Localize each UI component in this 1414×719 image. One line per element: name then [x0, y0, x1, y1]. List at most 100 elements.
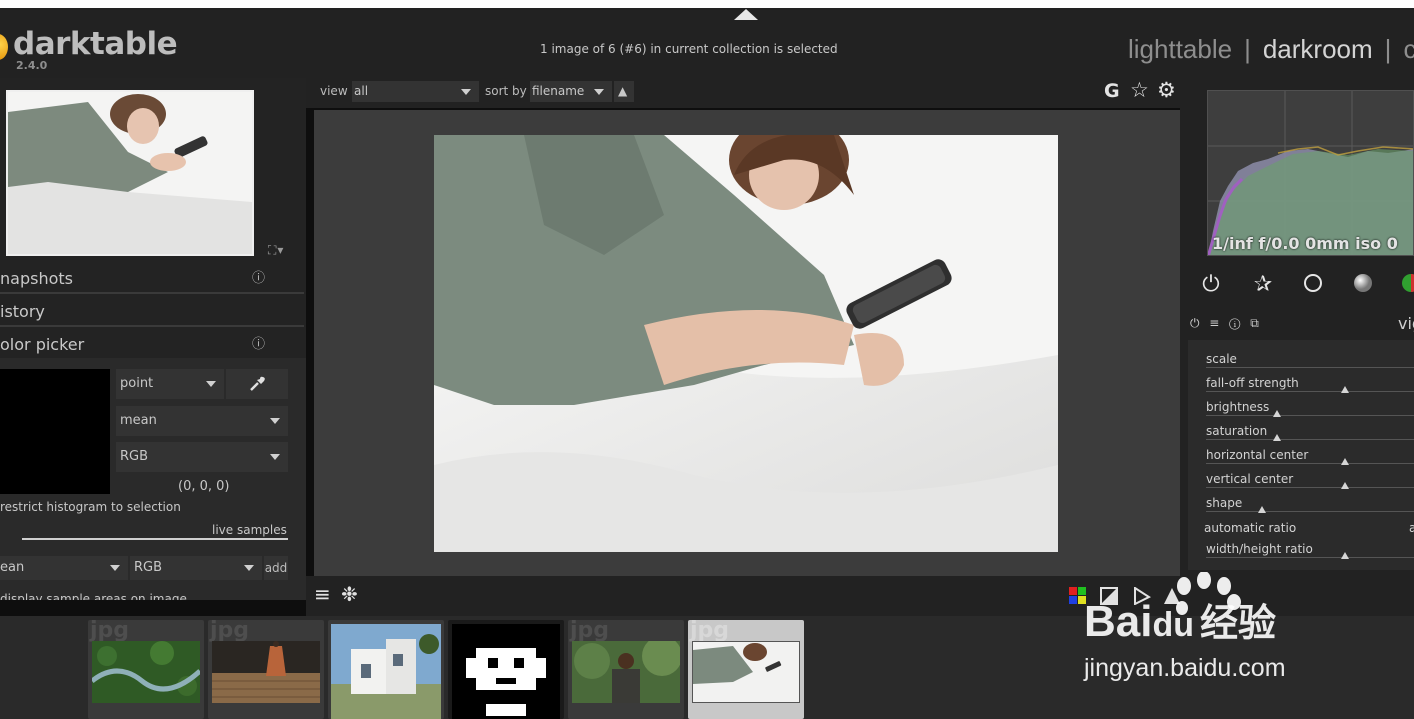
restrict-histogram-toggle[interactable]: restrict histogram to selection: [0, 500, 181, 514]
slider-saturation-track[interactable]: [1206, 439, 1414, 440]
slider-brightness-track[interactable]: [1206, 415, 1414, 416]
thumb-woman-on-bed: [693, 642, 799, 702]
slider-falloff-handle[interactable]: [1341, 386, 1350, 393]
sort-by-label: sort by: [485, 84, 527, 98]
slider-saturation-label[interactable]: saturation: [1206, 424, 1267, 438]
sample-statistic-select[interactable]: ean: [0, 556, 128, 580]
slider-vcenter-track[interactable]: [1206, 487, 1414, 488]
display-sample-areas-toggle[interactable]: display sample areas on image: [0, 592, 187, 600]
view-next[interactable]: c: [1403, 34, 1414, 64]
sort-direction-button[interactable]: ▲: [614, 81, 634, 102]
live-samples-label: live samples: [212, 523, 287, 537]
darkroom-bottom-toolbar: [306, 576, 1186, 616]
exif-info: 1/inf f/0.0 0mm iso 0: [1212, 234, 1398, 253]
filmstrip-thumb[interactable]: [328, 620, 444, 719]
filmstrip-thumb-selected[interactable]: jpg: [688, 620, 804, 719]
section-snapshots[interactable]: napshots ⓘ: [0, 264, 306, 294]
slider-hcenter-label[interactable]: horizontal center: [1206, 448, 1308, 462]
histogram[interactable]: [1207, 90, 1414, 256]
chevron-down-icon: [594, 89, 604, 95]
watermark-url: jingyan.baidu.com: [1084, 654, 1286, 682]
slider-wh-ratio-handle[interactable]: [1341, 552, 1350, 559]
file-extension: jpg: [210, 620, 250, 643]
slider-hcenter-handle[interactable]: [1341, 458, 1350, 465]
slider-wh-ratio-track[interactable]: [1206, 557, 1414, 558]
navigation-preview[interactable]: [6, 90, 254, 256]
sample-colorspace-value: RGB: [134, 560, 163, 575]
slider-scale-track[interactable]: [1206, 367, 1414, 368]
view-separator: |: [1384, 34, 1392, 64]
filmstrip-thumb[interactable]: [448, 620, 564, 719]
section-divider: [0, 325, 304, 327]
slider-falloff-track[interactable]: [1206, 391, 1414, 392]
slider-shape-track[interactable]: [1206, 511, 1414, 512]
slider-brightness-handle[interactable]: [1272, 410, 1281, 417]
eyedropper-button[interactable]: [226, 369, 288, 399]
quick-access-menu-icon[interactable]: ≡: [314, 582, 331, 606]
view-filter-select[interactable]: all: [352, 81, 479, 102]
chevron-down-icon: [244, 565, 254, 571]
star-icon[interactable]: ☆: [1130, 78, 1149, 102]
favorites-star-icon[interactable]: ✰: [1251, 273, 1275, 297]
slider-brightness-label[interactable]: brightness: [1206, 400, 1269, 414]
expand-preview-icon[interactable]: ⛶▾: [268, 243, 284, 258]
slider-falloff-label[interactable]: fall-off strength: [1206, 376, 1299, 390]
add-sample-button[interactable]: add: [264, 556, 288, 580]
sort-by-select[interactable]: filename: [530, 81, 612, 102]
slider-shape-handle[interactable]: [1258, 506, 1267, 513]
slider-saturation-handle[interactable]: [1272, 434, 1281, 441]
gear-icon[interactable]: ⚙: [1157, 78, 1176, 102]
section-history-label: istory: [0, 302, 45, 321]
module-header-icons[interactable]: ⏻ ≡ ⓘ ⧉: [1190, 316, 1262, 331]
sample-colorspace-select[interactable]: RGB: [130, 556, 262, 580]
tone-group-icon[interactable]: [1351, 273, 1375, 297]
grouping-g-icon[interactable]: G: [1104, 80, 1120, 102]
view-lighttable[interactable]: lighttable: [1128, 34, 1232, 64]
collapse-top-panel-icon[interactable]: [734, 9, 758, 20]
color-group-icon[interactable]: [1401, 273, 1414, 297]
app-version: 2.4.0: [16, 59, 48, 72]
filmstrip-thumb[interactable]: jpg: [208, 620, 324, 719]
thumb-image: [692, 641, 800, 703]
thumb-image: [212, 641, 320, 703]
view-filter-value: all: [354, 84, 369, 98]
section-color-picker[interactable]: olor picker ⓘ: [0, 330, 306, 360]
section-history[interactable]: istory: [0, 297, 306, 327]
slider-scale-label[interactable]: scale: [1206, 352, 1237, 366]
filmstrip-thumb[interactable]: jpg: [568, 620, 684, 719]
slider-shape-label[interactable]: shape: [1206, 496, 1242, 510]
slider-vcenter-label[interactable]: vertical center: [1206, 472, 1293, 486]
colorspace-select[interactable]: RGB: [116, 442, 288, 472]
thumb-pixel-icon: [452, 624, 560, 719]
main-image-content: [434, 135, 1058, 552]
automatic-ratio-flag[interactable]: a: [1409, 521, 1414, 535]
main-image[interactable]: [434, 135, 1058, 552]
color-picker-info-icon[interactable]: ⓘ: [252, 330, 265, 360]
slider-vcenter-handle[interactable]: [1341, 482, 1350, 489]
snapshots-info-icon[interactable]: ⓘ: [252, 264, 265, 294]
chevron-down-icon: [270, 418, 280, 424]
view-switcher: lighttable | darkroom | c: [1128, 34, 1414, 65]
watermark-cn: 经验: [1200, 603, 1277, 645]
styles-icon[interactable]: ❉: [341, 582, 358, 606]
automatic-ratio-label[interactable]: automatic ratio: [1204, 521, 1296, 535]
view-filter-label: view: [320, 84, 348, 98]
thumb-image: [572, 641, 680, 703]
section-color-picker-label: olor picker: [0, 335, 85, 354]
baidu-jingyan-watermark: Baidu 经验 jingyan.baidu.com: [1084, 571, 1414, 692]
power-icon[interactable]: ⏻: [1199, 273, 1223, 297]
basic-group-circle-icon[interactable]: [1301, 273, 1325, 297]
circle-outline-icon: [1304, 274, 1322, 292]
thumb-image: [331, 624, 441, 719]
statistic-select[interactable]: mean: [116, 406, 288, 436]
slider-wh-ratio-label[interactable]: width/height ratio: [1206, 542, 1313, 556]
navigation-preview-image: [8, 92, 252, 254]
filmstrip-thumb[interactable]: jpg: [88, 620, 204, 719]
view-darkroom[interactable]: darkroom: [1263, 34, 1373, 64]
chevron-down-icon: [270, 454, 280, 460]
thumb-white-house: [331, 624, 441, 719]
picker-mode-select[interactable]: point: [116, 369, 224, 399]
slider-hcenter-track[interactable]: [1206, 463, 1414, 464]
section-snapshots-label: napshots: [0, 269, 73, 288]
thumb-woman-standing: [572, 641, 680, 703]
